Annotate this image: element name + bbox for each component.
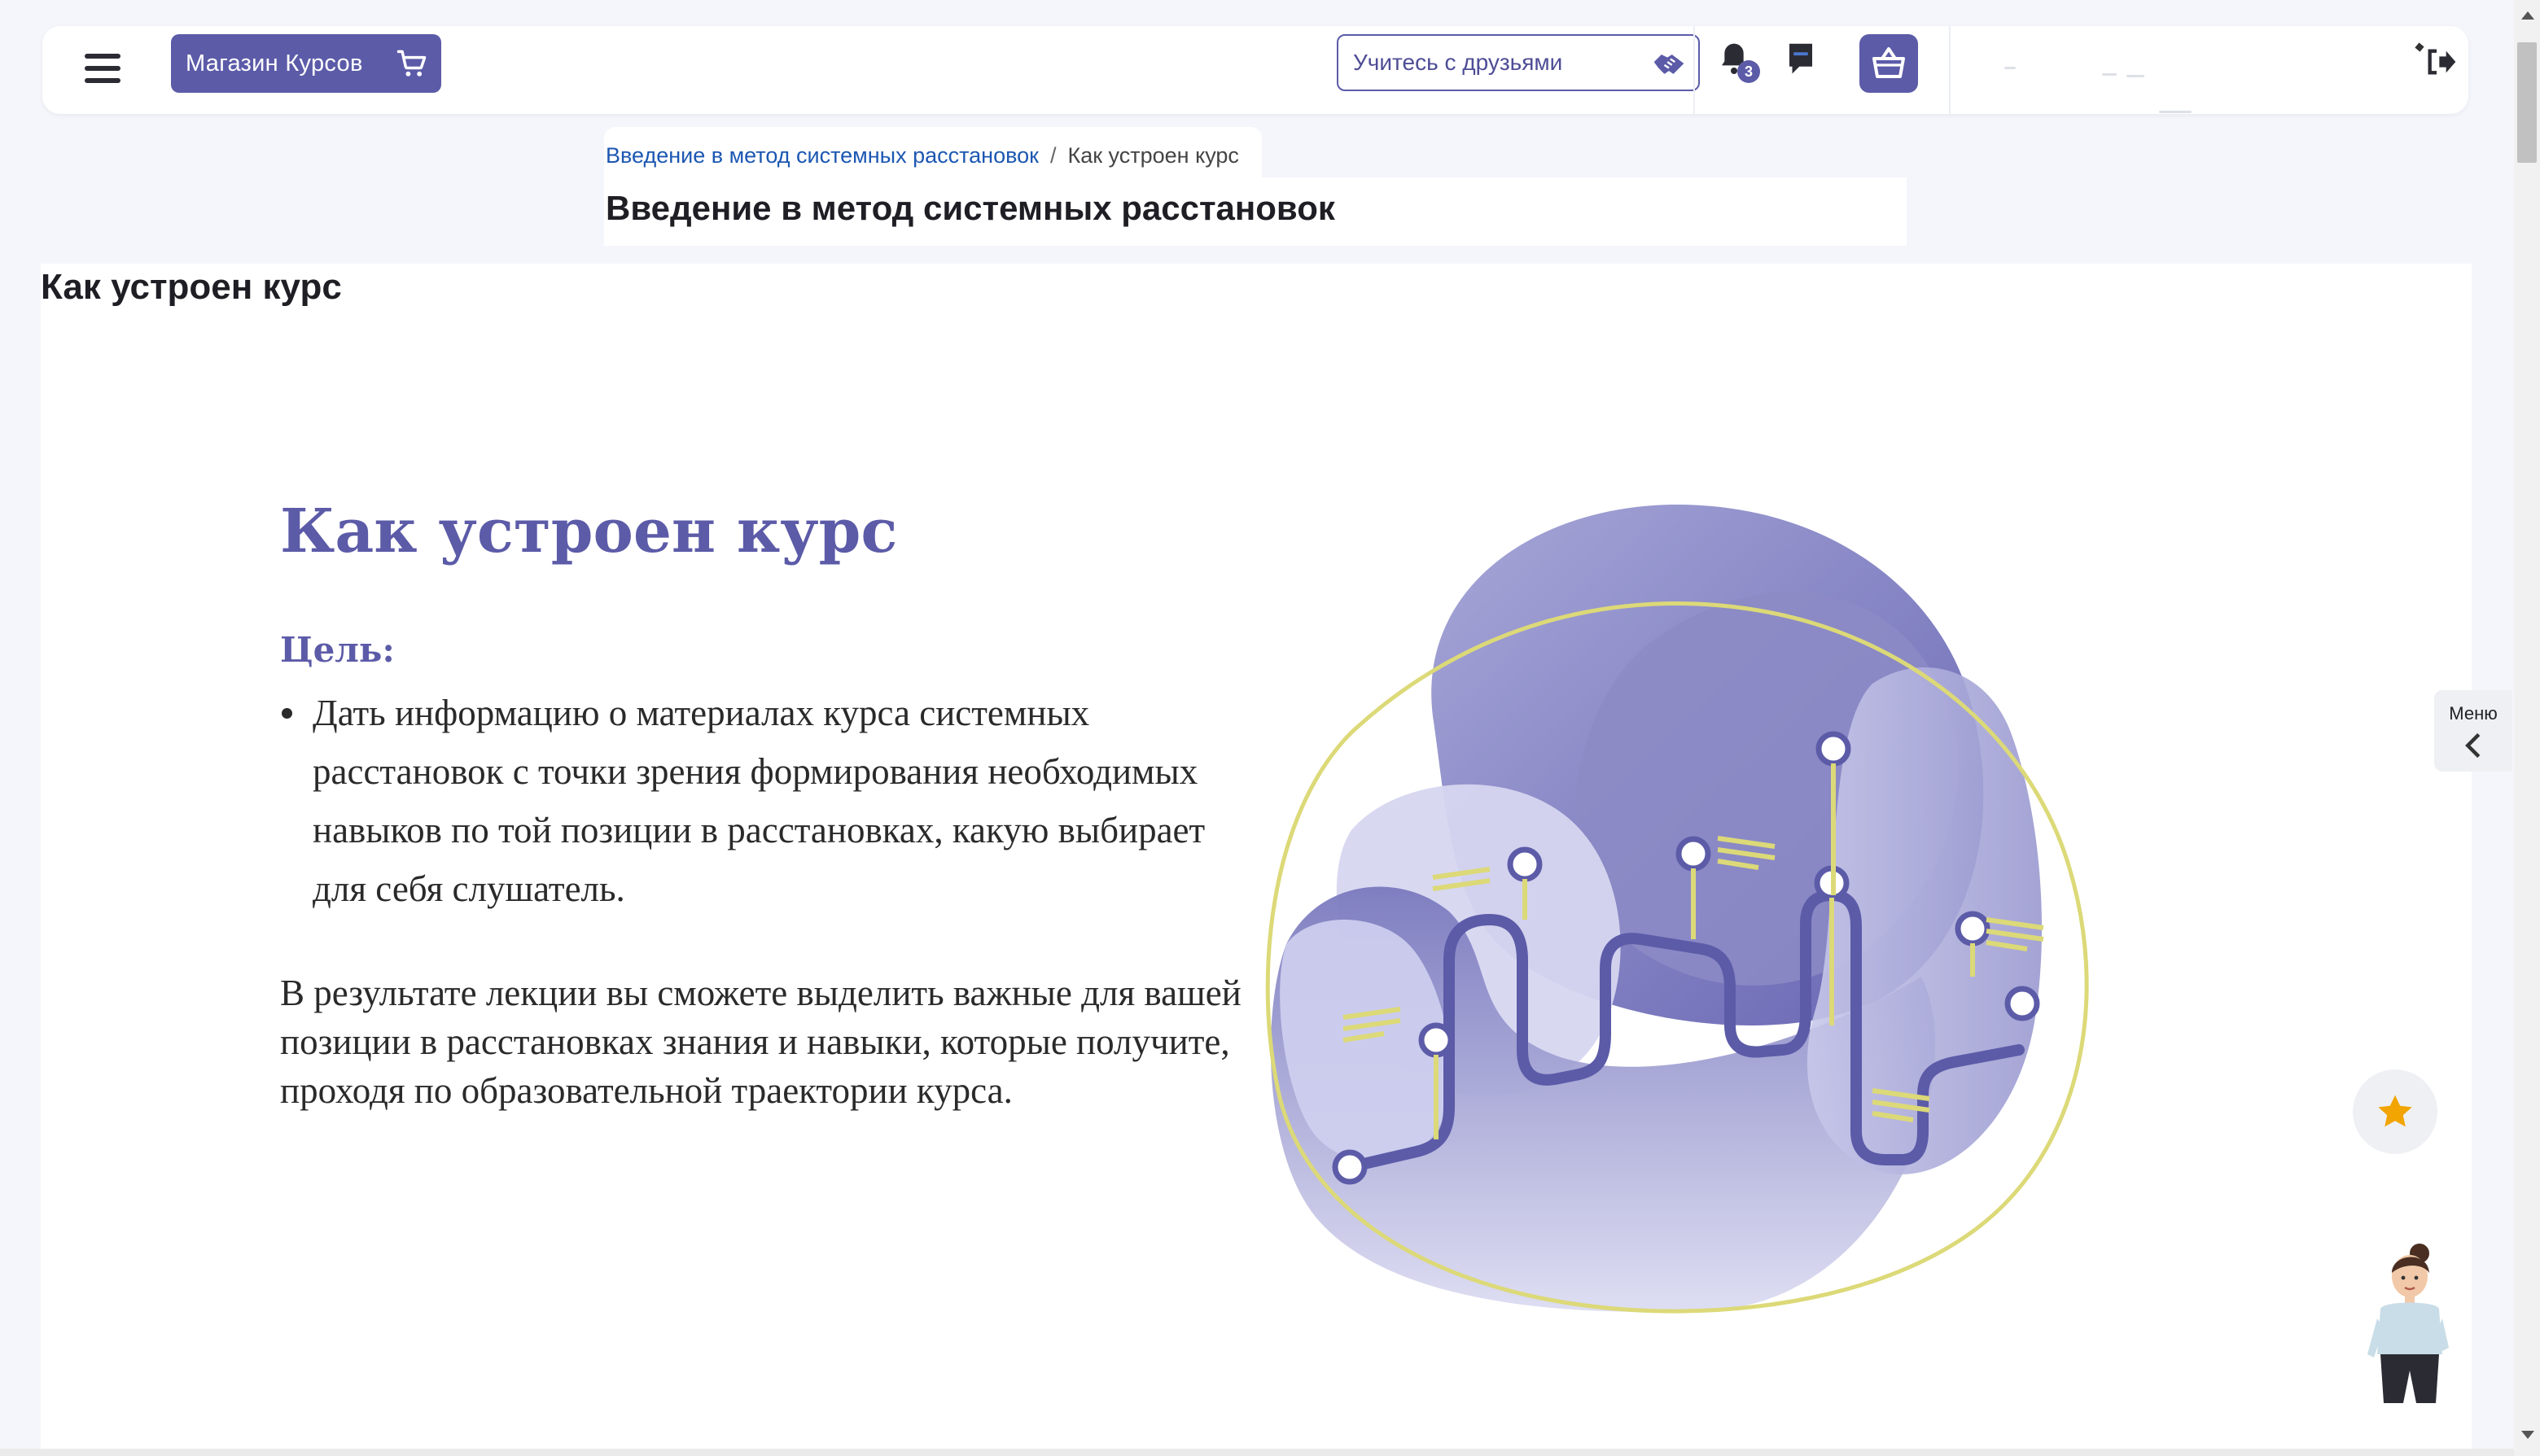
menu-icon[interactable] [85,49,122,91]
goal-label: Цель: [280,630,395,670]
course-title: Введение в метод системных расстановок [606,189,1335,227]
top-navbar: Магазин Курсов Учитесь с друзьями 3 [42,26,2468,114]
course-roadmap-illustration [1265,505,2089,1314]
breadcrumb-current: Как устроен курс [1067,143,1239,168]
blurred-user-name [2159,111,2192,113]
breadcrumb: Введение в метод системных расстановок / К… [606,143,1239,168]
navbar-divider [1693,26,1695,114]
breadcrumb-separator: / [1049,143,1057,168]
notification-count-badge: 3 [1737,60,1760,83]
blurred-user-name [2102,73,2117,76]
blurred-user-name [2126,75,2144,77]
side-menu-toggle[interactable]: Меню [2434,690,2512,772]
navbar-divider [1949,26,1951,114]
result-text: В результате лекции вы сможете выделить … [280,973,1242,1111]
chat-icon[interactable] [1786,42,1815,77]
favorite-button[interactable] [2353,1069,2437,1154]
chevron-left-icon [2465,732,2481,759]
scrollbar-track[interactable] [2514,0,2540,1456]
goal-list: Дать информацию о материалах курса систе… [280,684,1257,918]
scroll-up-arrow[interactable] [2521,11,2534,20]
scroll-down-arrow[interactable] [2521,1431,2534,1439]
star-icon [2378,1095,2412,1127]
course-shop-button[interactable]: Магазин Курсов [171,34,441,93]
course-shop-label: Магазин Курсов [186,50,363,77]
section-title: Как устроен курс [41,267,342,307]
side-menu-label: Меню [2449,703,2498,724]
logout-icon[interactable] [2424,46,2457,78]
cart-icon [396,50,427,77]
handshake-icon [1653,55,1684,74]
window-bottom-edge [0,1449,2514,1456]
scrollbar-thumb[interactable] [2517,42,2537,163]
status-dot [2415,42,2424,52]
lesson-heading: Как устроен курс [280,496,898,566]
study-with-friends-label: Учитесь с друзьями [1353,50,1563,75]
breadcrumb-link-course[interactable]: Введение в метод системных расстановок [606,143,1039,168]
goal-item: Дать информацию о материалах курса систе… [282,684,1257,918]
basket-button[interactable] [1859,34,1918,93]
study-with-friends-button[interactable]: Учитесь с друзьями [1337,34,1700,91]
basket-icon [1872,47,1905,78]
assistant-avatar[interactable] [2358,1240,2455,1411]
blurred-user-name [2004,67,2016,69]
